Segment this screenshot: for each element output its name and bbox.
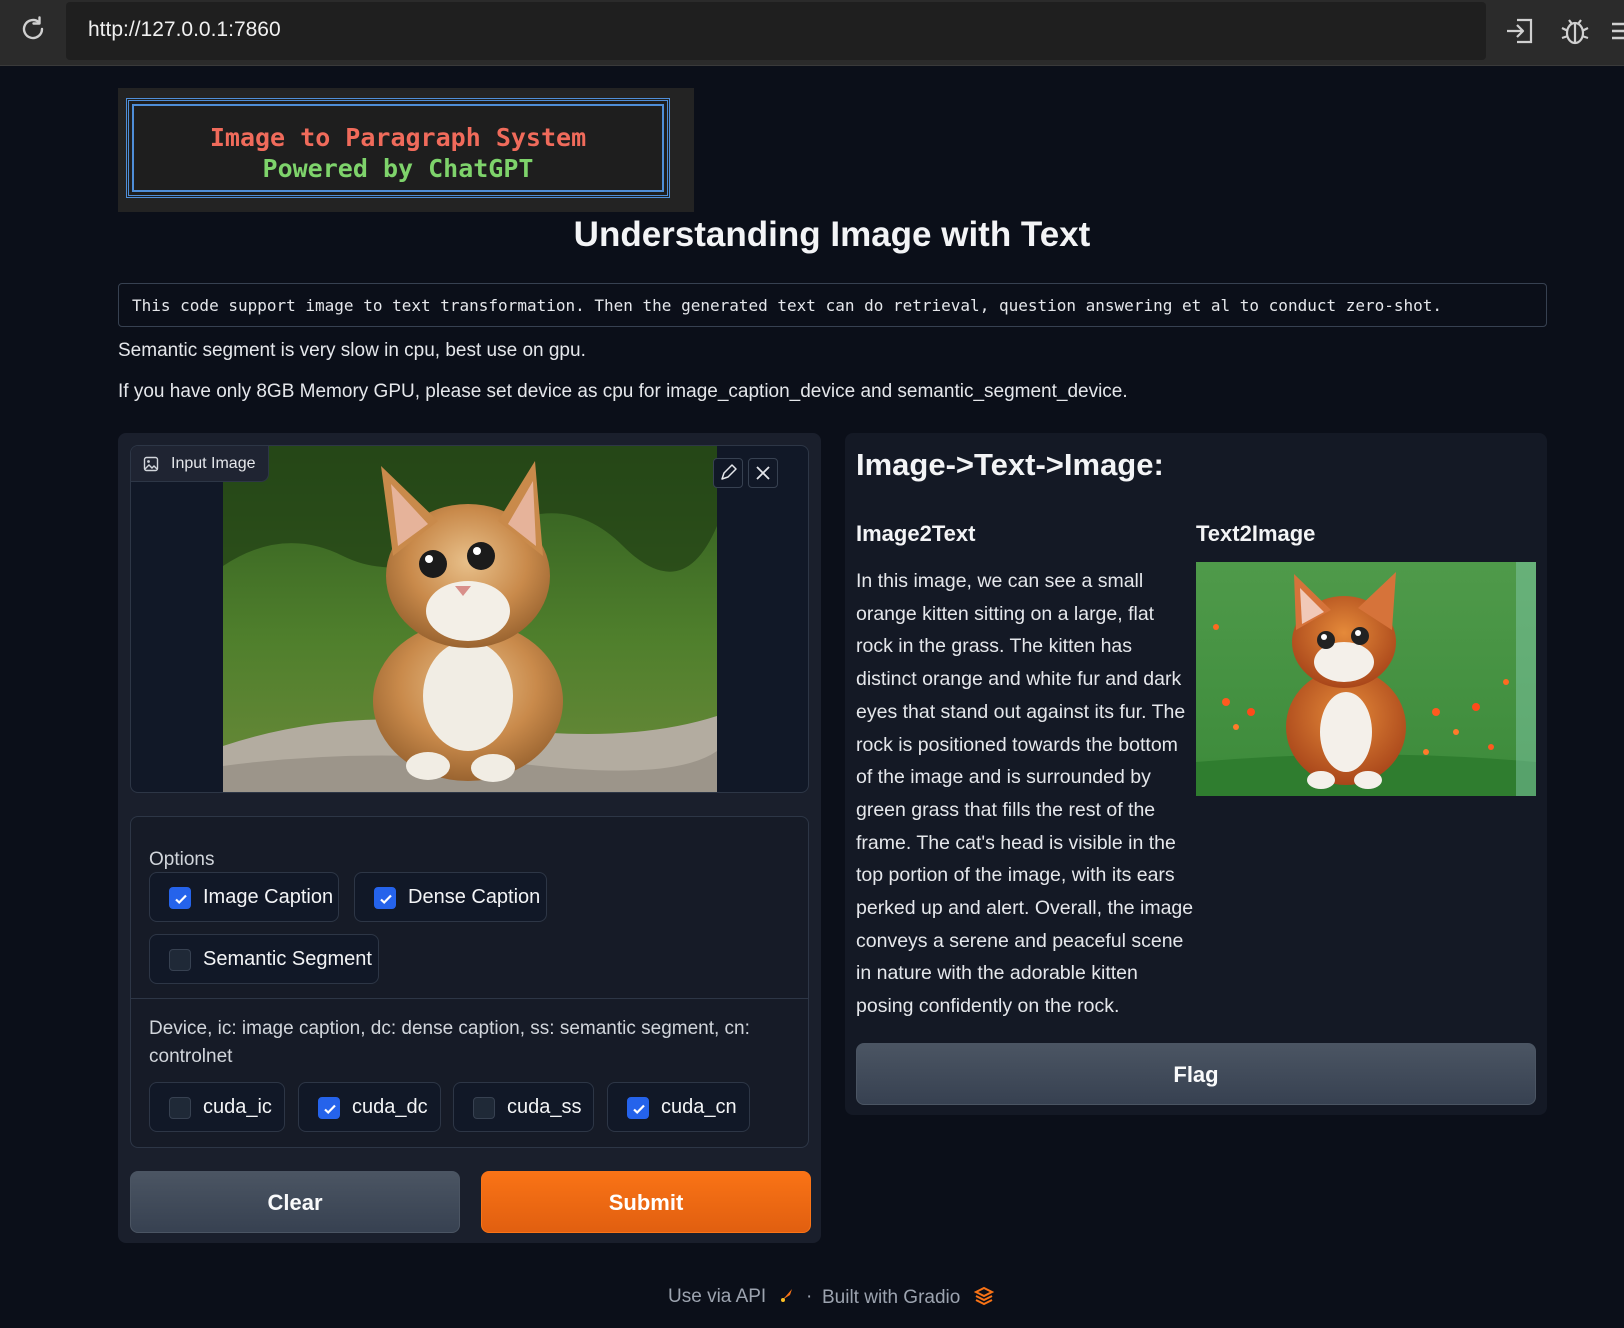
- image2text-heading: Image2Text: [856, 521, 976, 546]
- image-icon: [143, 456, 159, 472]
- check-icon: [324, 1104, 336, 1115]
- address-bar[interactable]: http://127.0.0.1:7860: [66, 2, 1486, 60]
- options-divider: [131, 998, 808, 999]
- checkbox-unchecked[interactable]: [473, 1097, 495, 1119]
- options-title: Options: [149, 849, 215, 870]
- checkbox-checked[interactable]: [318, 1097, 340, 1119]
- page-title: Understanding Image with Text: [573, 215, 1091, 254]
- checkbox-label: cuda_cn: [661, 1096, 737, 1118]
- banner-image: Image to Paragraph System Powered by Cha…: [118, 88, 694, 212]
- check-icon: [633, 1104, 645, 1115]
- checkbox-checked[interactable]: [627, 1097, 649, 1119]
- checkbox-dense-caption[interactable]: Dense Caption: [354, 872, 547, 922]
- pencil-icon: [721, 464, 737, 480]
- output-panel: Image->Text->Image: Image2Text Text2Imag…: [845, 433, 1547, 1115]
- code-description-text: This code support image to text transfor…: [132, 296, 1443, 315]
- input-image-label: Input Image: [131, 446, 269, 482]
- check-icon: [175, 894, 187, 905]
- checkbox-label: Dense Caption: [408, 886, 541, 908]
- options-group: Options Image Caption Dense Caption Sema…: [130, 816, 809, 1148]
- kitten-photo: [223, 446, 717, 792]
- address-bar-url: http://127.0.0.1:7860: [88, 18, 281, 41]
- flag-button[interactable]: Flag: [856, 1043, 1536, 1105]
- reload-icon[interactable]: [18, 14, 48, 44]
- built-with-gradio-text: Built with Gradio: [822, 1287, 961, 1308]
- clear-image-button[interactable]: [748, 458, 778, 488]
- checkbox-unchecked[interactable]: [169, 1097, 191, 1119]
- check-icon: [380, 894, 392, 905]
- gradio-logo-icon: [973, 1286, 994, 1306]
- banner-subtitle: Powered by ChatGPT: [262, 154, 534, 183]
- submit-button[interactable]: Submit: [481, 1171, 811, 1233]
- checkbox-label: cuda_ss: [507, 1096, 582, 1118]
- checkbox-label: cuda_ic: [203, 1096, 272, 1118]
- device-title: Device, ic: image caption, dc: dense cap…: [149, 1018, 750, 1067]
- banner-title: Image to Paragraph System: [209, 123, 587, 152]
- checkbox-unchecked[interactable]: [169, 949, 191, 971]
- code-description: This code support image to text transfor…: [118, 283, 1547, 327]
- bug-icon[interactable]: [1558, 14, 1592, 48]
- input-image-label-text: Input Image: [171, 455, 256, 472]
- browser-toolbar: http://127.0.0.1:7860: [0, 0, 1624, 66]
- clear-button[interactable]: Clear: [130, 1171, 460, 1233]
- close-icon: [756, 466, 770, 480]
- checkbox-cuda-ss[interactable]: cuda_ss: [453, 1082, 594, 1132]
- checkbox-cuda-cn[interactable]: cuda_cn: [607, 1082, 750, 1132]
- sign-in-icon[interactable]: [1503, 14, 1537, 48]
- use-via-api-text: Use via API: [668, 1286, 767, 1307]
- checkbox-cuda-dc[interactable]: cuda_dc: [298, 1082, 441, 1132]
- footer-separator: ·: [806, 1286, 813, 1307]
- output-title: Image->Text->Image:: [856, 447, 1164, 482]
- checkbox-image-caption[interactable]: Image Caption: [149, 872, 339, 922]
- input-panel: Input Image Options Image Caption Dense …: [118, 433, 821, 1243]
- menu-icon[interactable]: [1606, 14, 1624, 48]
- checkbox-checked[interactable]: [169, 887, 191, 909]
- generated-kitten-image: [1196, 562, 1536, 796]
- generated-paragraph: In this image, we can see a small orange…: [856, 570, 1194, 1018]
- edit-image-button[interactable]: [713, 458, 743, 488]
- banner-frame: Image to Paragraph System Powered by Cha…: [126, 98, 670, 198]
- checkbox-cuda-ic[interactable]: cuda_ic: [149, 1082, 285, 1132]
- text2image-heading: Text2Image: [1196, 521, 1316, 546]
- built-with-gradio-link[interactable]: Built with Gradio: [822, 1286, 994, 1309]
- note-gpu-memory: If you have only 8GB Memory GPU, please …: [118, 381, 1128, 402]
- use-via-api-link[interactable]: Use via API: [668, 1286, 796, 1308]
- checkbox-label: Image Caption: [203, 886, 334, 908]
- note-semantic-segment: Semantic segment is very slow in cpu, be…: [118, 340, 586, 361]
- checkbox-label: cuda_dc: [352, 1096, 428, 1118]
- rocket-icon: [780, 1289, 792, 1302]
- checkbox-semantic-segment[interactable]: Semantic Segment: [149, 934, 379, 984]
- checkbox-label: Semantic Segment: [203, 948, 372, 970]
- input-image-block[interactable]: Input Image: [130, 445, 809, 793]
- checkbox-checked[interactable]: [374, 887, 396, 909]
